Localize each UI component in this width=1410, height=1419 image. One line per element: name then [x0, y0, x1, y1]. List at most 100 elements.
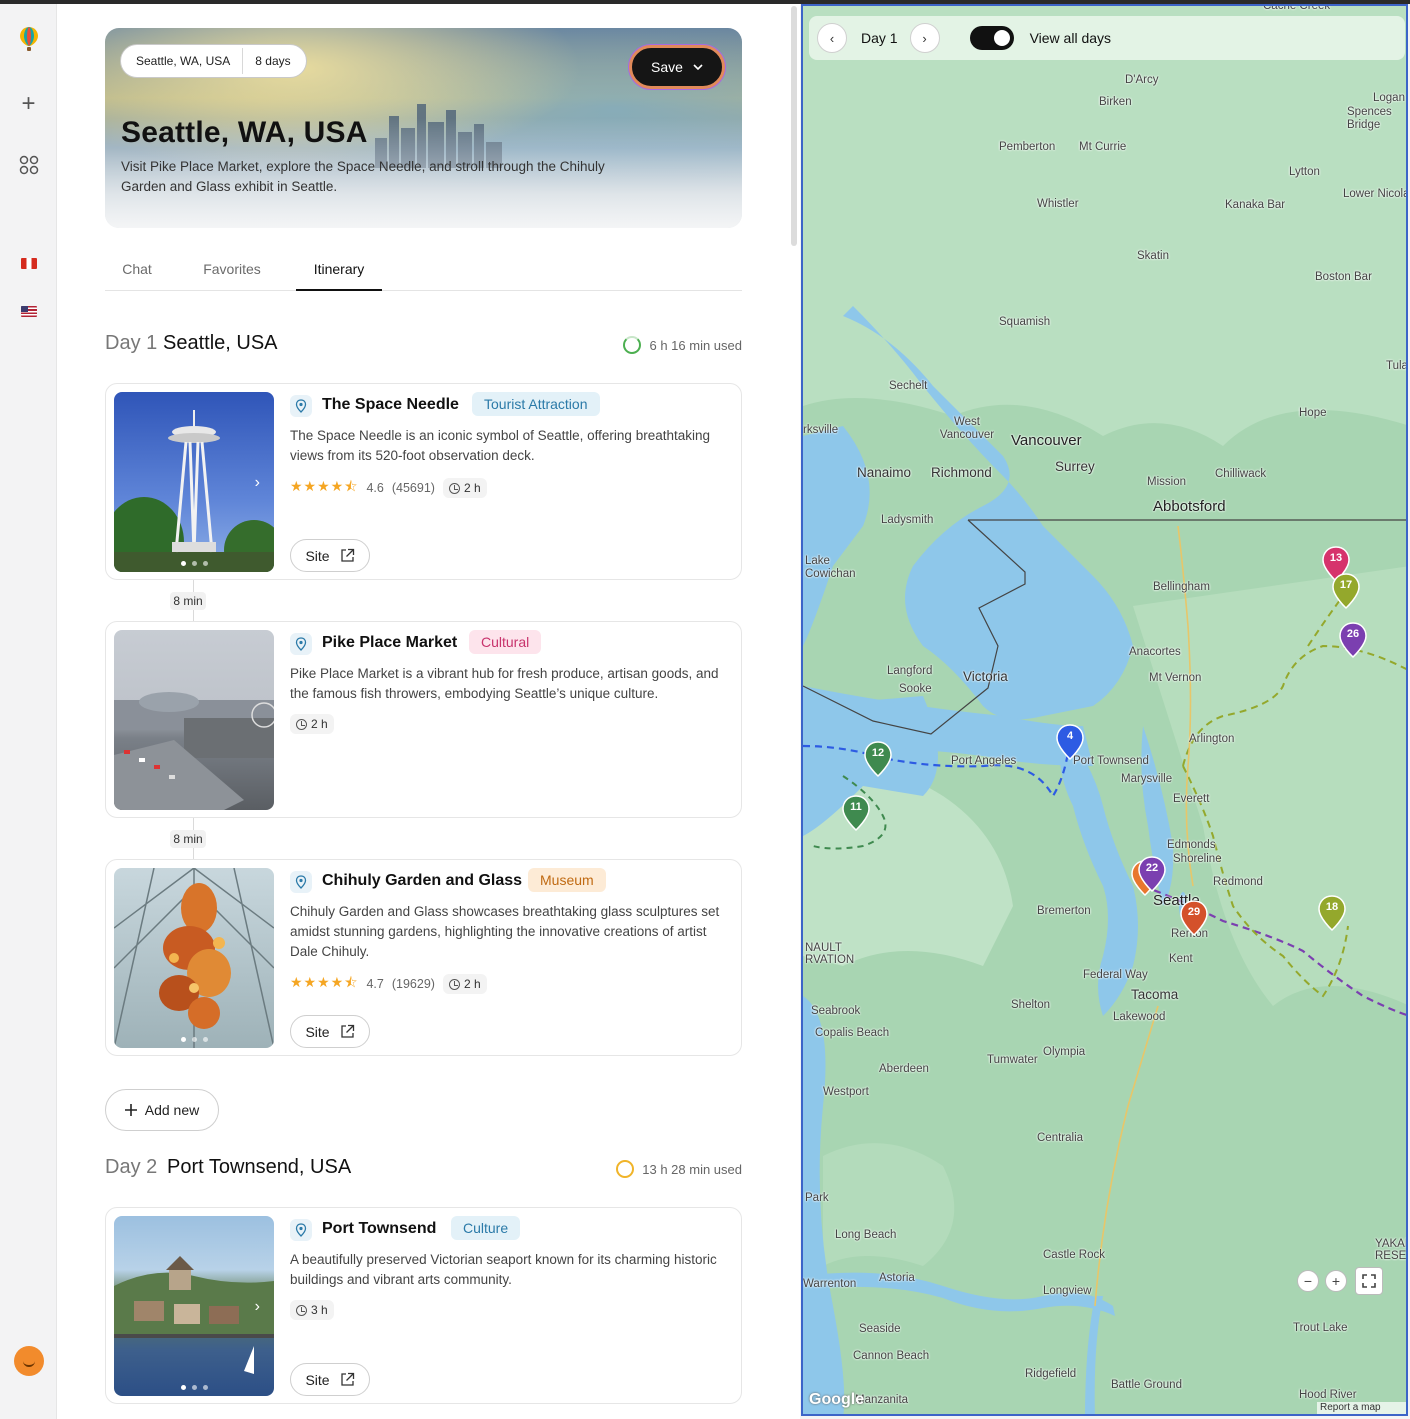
day-label: Day 2 [105, 1156, 158, 1178]
map-label: D'Arcy [1125, 74, 1159, 86]
balloon-logo-icon[interactable] [0, 26, 57, 52]
map-label: Arlington [1189, 733, 1235, 745]
map-marker[interactable]: 4 [1056, 724, 1084, 761]
chihuly-photo[interactable] [114, 868, 274, 1048]
photo-dots[interactable] [114, 1385, 274, 1390]
view-all-days-label: View all days [1029, 30, 1112, 46]
map-label: Lytton [1289, 166, 1320, 178]
site-label: Site [305, 547, 330, 564]
place-title[interactable]: Port Townsend [322, 1220, 436, 1238]
panel-scrollbar[interactable] [791, 6, 797, 246]
tab-favorites[interactable]: Favorites [191, 254, 273, 291]
map-label: Ladysmith [881, 514, 934, 526]
tab-itinerary[interactable]: Itinerary [296, 254, 382, 291]
map-panel[interactable]: Cache Creek D'Arcy Birken Logan La Spenc… [801, 4, 1408, 1416]
review-count: (45691) [391, 481, 435, 495]
prev-day-button[interactable]: ‹ [817, 23, 847, 53]
zoom-in-button[interactable]: + [1325, 1270, 1347, 1292]
place-meta: ★★★★⯪ 4.6 (45691) 2 h [290, 476, 487, 500]
map-label: Aberdeen [879, 1063, 929, 1075]
site-label: Site [305, 1023, 330, 1040]
place-title[interactable]: Chihuly Garden and Glass [322, 872, 522, 890]
map-label: Kent [1169, 953, 1193, 965]
photo-dots[interactable] [114, 1037, 274, 1042]
map-label: Nanaimo [857, 465, 912, 480]
external-link-icon [340, 1372, 354, 1386]
map-label: Chilliwack [1215, 468, 1267, 480]
map-label: Hood River [1299, 1389, 1357, 1401]
tab-chat[interactable]: Chat [105, 254, 169, 291]
user-avatar[interactable] [0, 1346, 57, 1376]
map-pin-icon [290, 395, 312, 417]
map-marker[interactable]: 22 [1138, 856, 1166, 893]
map-label: Redmond [1213, 876, 1263, 888]
day-label: Day 1 [105, 332, 158, 354]
pike-place-photo[interactable] [114, 630, 274, 810]
map-label: West Vancouver [939, 416, 995, 441]
location-chip[interactable]: Seattle, WA, USA [124, 48, 242, 74]
map-marker[interactable]: 12 [864, 741, 892, 778]
progress-ring-icon [616, 1160, 635, 1178]
next-photo-icon[interactable]: › [255, 474, 260, 492]
map-label: Long Beach [835, 1229, 897, 1241]
map-marker[interactable]: 17 [1332, 573, 1360, 610]
map-label: Richmond [931, 465, 992, 480]
place-title[interactable]: Pike Place Market [322, 634, 457, 652]
photo-dots[interactable] [114, 561, 274, 566]
map-marker[interactable]: 11 [842, 795, 870, 832]
map-label: Seaside [859, 1323, 901, 1335]
apps-grid-icon[interactable] [0, 154, 57, 176]
category-tag: Cultural [469, 630, 542, 654]
rating-value: 4.6 [366, 481, 384, 495]
day-1-header: Day 1 Seattle, USA 6 h 16 min used [105, 332, 742, 362]
place-description: The Space Needle is an iconic symbol of … [290, 428, 710, 463]
place-title[interactable]: The Space Needle [322, 396, 459, 414]
map-label: Trout Lake [1293, 1322, 1348, 1334]
zoom-out-button[interactable]: − [1297, 1270, 1319, 1292]
map-marker[interactable]: 18 [1318, 895, 1346, 932]
next-day-button[interactable]: › [909, 23, 940, 53]
plus-icon[interactable]: + [0, 90, 57, 117]
map-label: Pemberton [999, 141, 1056, 153]
place-card-space-needle[interactable]: › The Space Needle Tourist Attraction Th… [105, 383, 742, 580]
site-link-button[interactable]: Site [290, 1015, 370, 1048]
fullscreen-icon [1362, 1274, 1376, 1288]
map-label: Everett [1173, 793, 1210, 805]
time-used-label: 13 h 28 min used [642, 1161, 742, 1177]
duration-chip[interactable]: 8 days [242, 48, 302, 74]
map-pin-icon [290, 633, 312, 655]
map-label: Tumwater [987, 1054, 1038, 1066]
port-townsend-photo[interactable]: › [114, 1216, 274, 1396]
map-label: Shoreline [1173, 853, 1222, 865]
map-marker[interactable]: 29 [1180, 900, 1208, 937]
map-label: NAULT RVATION [805, 942, 855, 966]
marker-number: 12 [871, 747, 885, 759]
map-label: Sooke [899, 683, 932, 695]
external-link-icon [340, 1024, 354, 1038]
save-button[interactable]: Save [629, 45, 725, 89]
trip-chip-group[interactable]: Seattle, WA, USA 8 days [121, 45, 306, 77]
map-label: Lakewood [1113, 1011, 1166, 1023]
usa-flag-icon[interactable] [0, 306, 57, 317]
report-map-error-link[interactable]: Report a map error [1317, 1402, 1406, 1414]
marker-number: 4 [1066, 730, 1074, 742]
space-needle-photo[interactable]: › [114, 392, 274, 572]
view-all-days-toggle[interactable] [969, 26, 1014, 50]
map-terrain[interactable] [803, 6, 1408, 1416]
site-link-button[interactable]: Site [290, 1363, 370, 1396]
peru-flag-icon[interactable] [0, 258, 57, 269]
place-card-pike-place[interactable]: Pike Place Market Cultural Pike Place Ma… [105, 621, 742, 818]
place-card-chihuly[interactable]: Chihuly Garden and Glass Museum Chihuly … [105, 859, 742, 1056]
add-new-button[interactable]: Add new [105, 1089, 219, 1131]
marker-number: 18 [1325, 901, 1339, 913]
map-label: Port Townsend [1073, 755, 1149, 767]
place-card-port-townsend[interactable]: › Port Townsend Culture A beautifully pr… [105, 1207, 742, 1404]
trip-description: Visit Pike Place Market, explore the Spa… [121, 159, 605, 194]
map-label: Olympia [1043, 1046, 1086, 1058]
map-marker[interactable]: 26 [1339, 622, 1367, 659]
map-label: Copalis Beach [815, 1027, 890, 1039]
site-link-button[interactable]: Site [290, 539, 370, 572]
fullscreen-button[interactable] [1355, 1267, 1383, 1295]
map-label: Park [805, 1192, 829, 1204]
next-photo-icon[interactable]: › [255, 1298, 260, 1316]
